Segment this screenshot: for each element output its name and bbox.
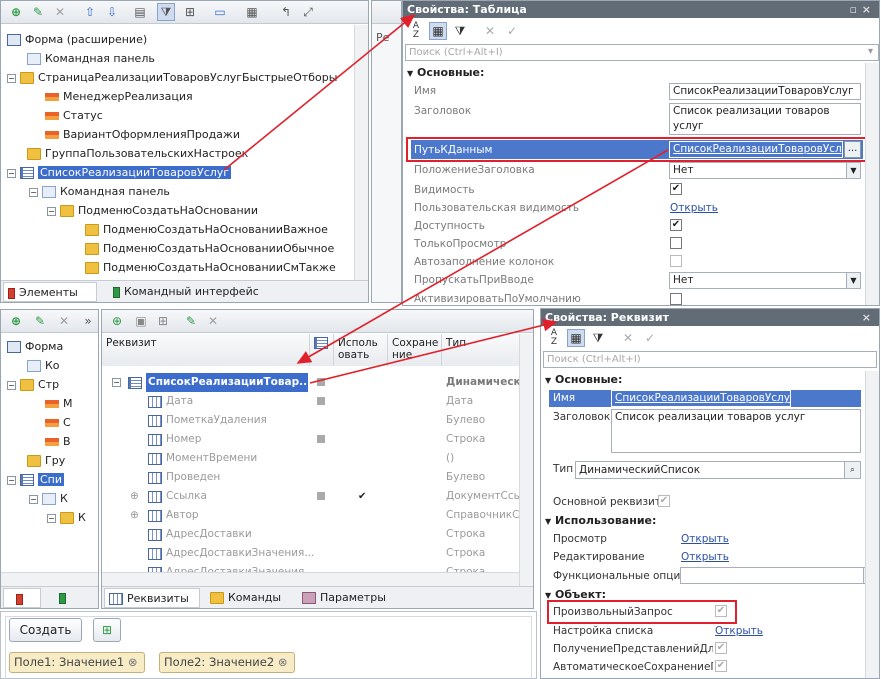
arrow-to-attribute-row bbox=[296, 149, 669, 364]
arrow-to-table-props bbox=[223, 13, 416, 171]
annotation-arrows bbox=[223, 13, 669, 384]
arrow-to-attribute-props bbox=[309, 318, 558, 384]
